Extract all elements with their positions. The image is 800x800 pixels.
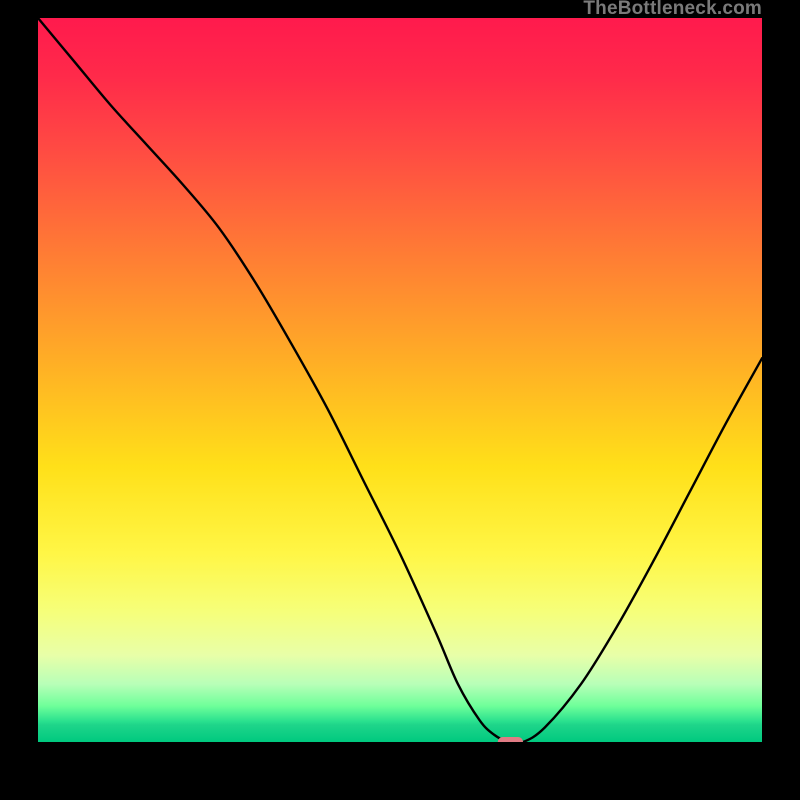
chart-svg: [38, 18, 762, 742]
chart-container: TheBottleneck.com: [0, 0, 800, 800]
attribution-label: TheBottleneck.com: [583, 0, 762, 18]
plot-area: [38, 18, 762, 742]
bottleneck-curve: [38, 18, 762, 742]
minimum-marker: [498, 737, 523, 742]
